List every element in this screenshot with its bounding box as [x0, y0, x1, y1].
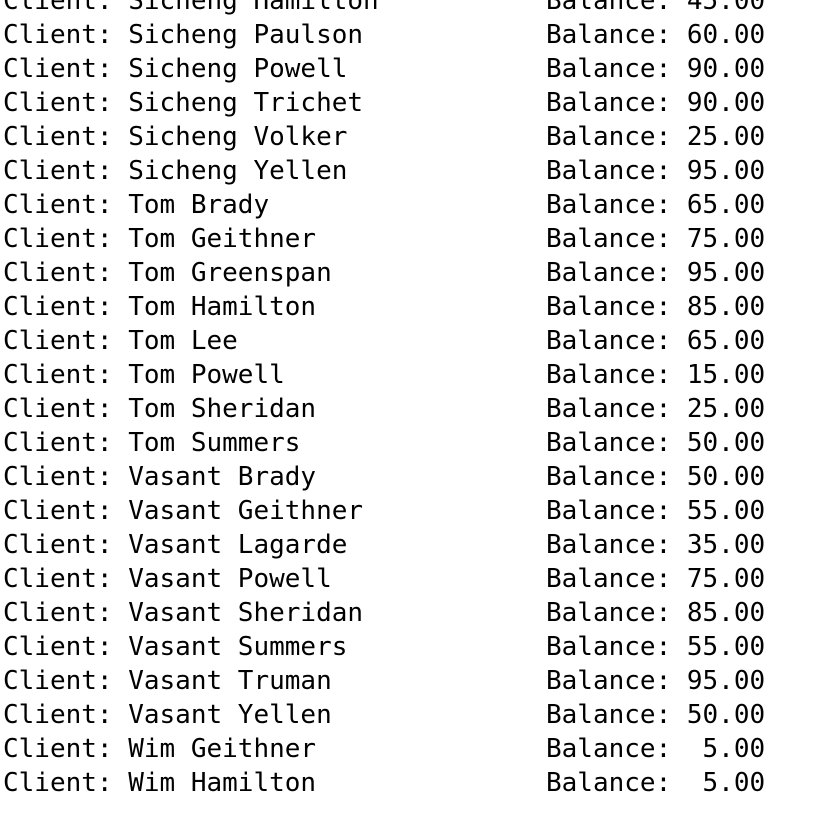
output-line: Client: Sicheng Paulson Balance: 60.00 — [3, 18, 818, 52]
client-balance: Balance: 50.00 — [546, 462, 766, 492]
client-balance: Balance: 25.00 — [546, 122, 766, 152]
client-balance: Balance: 85.00 — [546, 292, 766, 322]
output-line: Client: Tom Powell Balance: 15.00 — [3, 358, 818, 392]
output-line: Client: Tom Geithner Balance: 75.00 — [3, 222, 818, 256]
output-line: Client: Sicheng Volker Balance: 25.00 — [3, 120, 818, 154]
client-balance: Balance: 5.00 — [546, 768, 766, 798]
client-name: Client: Vasant Summers — [3, 632, 348, 662]
client-balance: Balance: 25.00 — [546, 394, 766, 424]
client-balance: Balance: 65.00 — [546, 190, 766, 220]
output-line: Client: Vasant Geithner Balance: 55.00 — [3, 494, 818, 528]
output-line: Client: Sicheng Yellen Balance: 95.00 — [3, 154, 818, 188]
client-balance: Balance: 15.00 — [546, 360, 766, 390]
output-line: Client: Tom Sheridan Balance: 25.00 — [3, 392, 818, 426]
client-name: Client: Tom Brady — [3, 190, 270, 220]
terminal-output-area: Client: Sicheng Hamilton Balance: 45.00 … — [0, 0, 822, 824]
output-line: Client: Tom Brady Balance: 65.00 — [3, 188, 818, 222]
client-name: Client: Tom Hamilton — [3, 292, 317, 322]
client-name: Client: Vasant Geithner — [3, 496, 364, 526]
client-balance: Balance: 65.00 — [546, 326, 766, 356]
output-line: Client: Vasant Yellen Balance: 50.00 — [3, 698, 818, 732]
client-name: Client: Tom Lee — [3, 326, 238, 356]
client-balance: Balance: 90.00 — [546, 54, 766, 84]
client-name: Client: Sicheng Trichet — [3, 88, 364, 118]
client-balance: Balance: 95.00 — [546, 666, 766, 696]
client-balance: Balance: 50.00 — [546, 428, 766, 458]
output-line: Client: Vasant Powell Balance: 75.00 — [3, 562, 818, 596]
output-line: Client: Vasant Summers Balance: 55.00 — [3, 630, 818, 664]
client-name: Client: Vasant Sheridan — [3, 598, 364, 628]
client-balance: Balance: 35.00 — [546, 530, 766, 560]
client-balance: Balance: 75.00 — [546, 564, 766, 594]
client-name: Client: Wim Hamilton — [3, 768, 317, 798]
client-name: Client: Sicheng Yellen — [3, 156, 348, 186]
client-balance: Balance: 55.00 — [546, 632, 766, 662]
client-name: Client: Tom Summers — [3, 428, 301, 458]
client-balance: Balance: 5.00 — [546, 734, 766, 764]
client-balance: Balance: 50.00 — [546, 700, 766, 730]
client-balance: Balance: 95.00 — [546, 156, 766, 186]
output-line: Client: Tom Greenspan Balance: 95.00 — [3, 256, 818, 290]
client-name: Client: Tom Greenspan — [3, 258, 332, 288]
client-balance: Balance: 95.00 — [546, 258, 766, 288]
client-name: Client: Tom Powell — [3, 360, 285, 390]
client-name: Client: Vasant Brady — [3, 462, 317, 492]
client-name: Client: Sicheng Hamilton — [3, 0, 379, 16]
client-balance: Balance: 75.00 — [546, 224, 766, 254]
client-name: Client: Sicheng Powell — [3, 54, 348, 84]
output-line: Client: Sicheng Powell Balance: 90.00 — [3, 52, 818, 86]
client-name: Client: Vasant Lagarde — [3, 530, 348, 560]
client-name: Client: Vasant Yellen — [3, 700, 332, 730]
output-line: Client: Tom Lee Balance: 65.00 — [3, 324, 818, 358]
client-balance: Balance: 55.00 — [546, 496, 766, 526]
output-line: Client: Wim Geithner Balance: 5.00 — [3, 732, 818, 766]
output-line: Client: Vasant Brady Balance: 50.00 — [3, 460, 818, 494]
output-line: Client: Sicheng Hamilton Balance: 45.00 — [3, 0, 818, 18]
output-line: Client: Vasant Lagarde Balance: 35.00 — [3, 528, 818, 562]
client-balance: Balance: 90.00 — [546, 88, 766, 118]
client-balance: Balance: 60.00 — [546, 20, 766, 50]
client-name: Client: Vasant Truman — [3, 666, 332, 696]
client-name: Client: Tom Geithner — [3, 224, 317, 254]
output-line: Client: Vasant Truman Balance: 95.00 — [3, 664, 818, 698]
client-name: Client: Tom Sheridan — [3, 394, 317, 424]
client-name: Client: Sicheng Paulson — [3, 20, 364, 50]
client-balance-list: Client: Sicheng Hamilton Balance: 45.00 … — [3, 0, 818, 800]
client-name: Client: Sicheng Volker — [3, 122, 348, 152]
client-name: Client: Wim Geithner — [3, 734, 317, 764]
output-line: Client: Wim Hamilton Balance: 5.00 — [3, 766, 818, 800]
client-balance: Balance: 45.00 — [546, 0, 766, 16]
output-line: Client: Tom Summers Balance: 50.00 — [3, 426, 818, 460]
output-line: Client: Tom Hamilton Balance: 85.00 — [3, 290, 818, 324]
client-balance: Balance: 85.00 — [546, 598, 766, 628]
output-line: Client: Sicheng Trichet Balance: 90.00 — [3, 86, 818, 120]
client-name: Client: Vasant Powell — [3, 564, 332, 594]
output-line: Client: Vasant Sheridan Balance: 85.00 — [3, 596, 818, 630]
